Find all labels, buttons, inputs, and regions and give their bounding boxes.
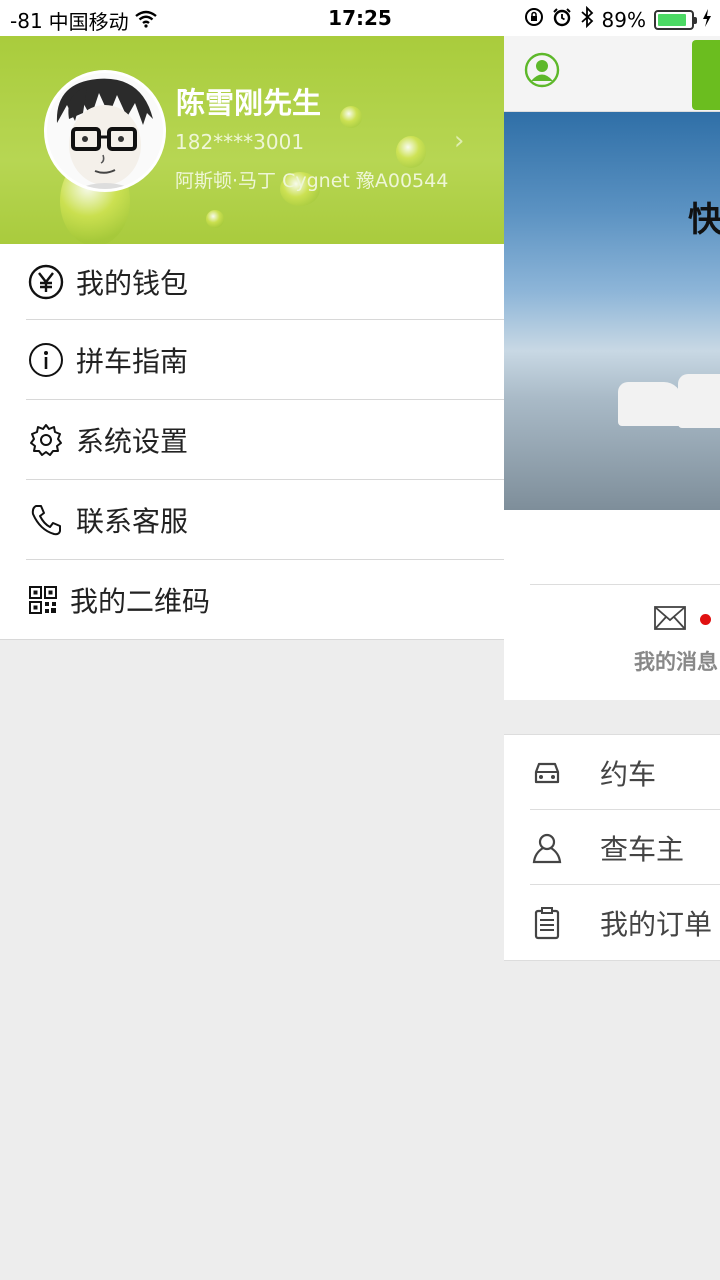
water-drop-decoration [396, 136, 426, 168]
list-item-label: 约车 [600, 757, 657, 791]
user-car-plate: 阿斯顿·马丁 Cygnet 豫A00544 [175, 170, 449, 192]
gear-icon [28, 422, 64, 458]
list-item-find-owner[interactable]: 查车主 [504, 810, 720, 885]
menu-label: 我的钱包 [76, 267, 189, 300]
menu-item-customer-service[interactable]: 联系客服 [0, 480, 504, 560]
car-image [678, 374, 720, 428]
car-image [618, 382, 682, 426]
list-item-label: 我的订单 [600, 907, 713, 941]
list-item-book-car[interactable]: 约车 [504, 735, 720, 810]
mail-icon[interactable] [654, 606, 686, 630]
chevron-right-icon[interactable]: › [454, 126, 464, 156]
user-phone: 182****3001 [175, 130, 305, 154]
menu-item-settings[interactable]: 系统设置 [0, 400, 504, 480]
rotation-lock-icon [524, 7, 544, 32]
message-section: 我的消息 [504, 510, 720, 700]
phone-icon [28, 502, 64, 538]
messages-label[interactable]: 我的消息 [634, 646, 718, 676]
main-top-bar [504, 36, 720, 112]
status-right: 89% [524, 5, 712, 33]
clipboard-icon [530, 906, 564, 940]
status-bar: -81 中国移动 17:25 89% [0, 0, 720, 36]
menu-item-wallet[interactable]: 我的钱包 [0, 244, 504, 320]
battery-fill [658, 13, 687, 26]
unread-badge [700, 614, 711, 625]
water-drop-decoration [340, 106, 362, 128]
user-name: 陈雪刚先生 [176, 86, 322, 120]
main-page: 快 我的消息 约车 查车主 我的订单 [504, 36, 720, 1280]
divider [530, 584, 720, 585]
banner-text: 快 [688, 200, 720, 240]
water-drop-decoration [206, 210, 224, 228]
qrcode-icon [28, 582, 58, 618]
profile-header[interactable]: 陈雪刚先生 182****3001 阿斯顿·马丁 Cygnet 豫A00544 … [0, 36, 504, 244]
menu-item-qrcode[interactable]: 我的二维码 [0, 560, 504, 640]
info-icon [28, 342, 64, 378]
main-menu-list: 约车 查车主 我的订单 [504, 734, 720, 961]
charging-icon [702, 8, 712, 32]
car-icon [530, 756, 564, 790]
menu-label: 拼车指南 [76, 345, 189, 378]
side-drawer: 陈雪刚先生 182****3001 阿斯顿·马丁 Cygnet 豫A00544 … [0, 36, 504, 1280]
menu-label: 我的二维码 [70, 585, 211, 618]
battery-percent: 89% [601, 7, 646, 32]
battery-icon [654, 9, 697, 30]
bluetooth-icon [580, 5, 594, 33]
menu-label: 系统设置 [76, 425, 189, 458]
menu-label: 联系客服 [76, 505, 189, 538]
yuan-icon [28, 264, 64, 300]
list-item-my-orders[interactable]: 我的订单 [504, 885, 720, 960]
top-action-button[interactable] [692, 40, 720, 110]
alarm-icon [552, 7, 572, 32]
list-item-label: 查车主 [600, 832, 685, 866]
menu-item-carpool-guide[interactable]: 拼车指南 [0, 320, 504, 400]
person-icon [530, 831, 564, 865]
promo-banner[interactable]: 快 [504, 112, 720, 510]
user-profile-icon[interactable] [524, 52, 560, 88]
drawer-menu: 我的钱包 拼车指南 系统设置 联系客服 我的二维码 [0, 244, 504, 640]
avatar[interactable] [44, 70, 166, 192]
